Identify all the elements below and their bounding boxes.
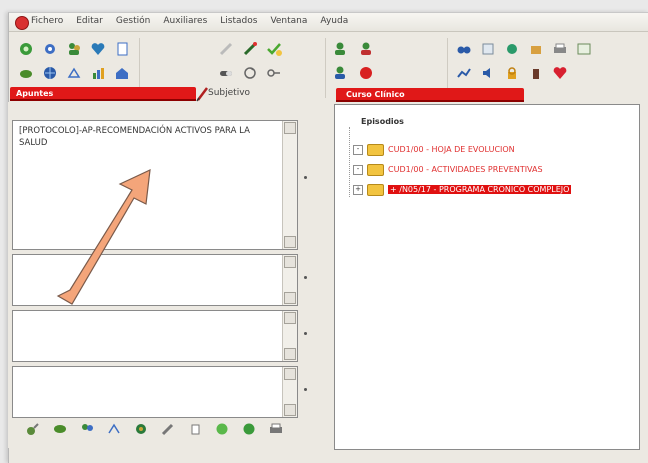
vertical-scrollbar[interactable] [282, 367, 297, 417]
user-group-icon[interactable] [331, 40, 349, 58]
printer-icon[interactable] [551, 40, 569, 58]
vertical-scrollbar[interactable] [282, 311, 297, 361]
expand-toggle-icon[interactable]: - [353, 164, 363, 175]
people-icon[interactable] [78, 420, 96, 438]
chart-icon[interactable] [89, 64, 107, 82]
toolbar-group-1 [17, 40, 133, 86]
tab-curso-clinico[interactable]: Curso Clínico [336, 88, 524, 102]
globe-icon[interactable] [41, 64, 59, 82]
apuntes-panel: [PROTOCOLO]-AP-RECOMENDACIÓN ACTIVOS PAR… [8, 102, 314, 448]
lock-icon[interactable] [503, 64, 521, 82]
package-icon[interactable] [527, 40, 545, 58]
user-stop-icon[interactable] [357, 64, 375, 82]
pencil-icon[interactable] [159, 420, 177, 438]
episode-label: CUD1/00 - HOJA DE EVOLUCION [388, 145, 515, 154]
folder-icon [367, 163, 384, 176]
menu-editar[interactable]: Editar [76, 16, 103, 26]
green-circle-icon[interactable] [17, 40, 35, 58]
key-icon[interactable] [265, 64, 283, 82]
speaker-icon[interactable] [479, 64, 497, 82]
sheet-icon[interactable] [479, 40, 497, 58]
curso-clinico-panel: Episodios - CUD1/00 - HOJA DE EVOLUCION … [334, 104, 640, 450]
folder-icon [367, 143, 384, 156]
folder-icon [367, 183, 384, 196]
bottle-icon[interactable] [527, 64, 545, 82]
episode-label: + /N05/17 - PROGRAMA CRONICO COMPLEJO [388, 185, 572, 194]
episode-label: CUD1/00 - ACTIVIDADES PREVENTIVAS [388, 165, 543, 174]
scroll-down-button[interactable] [284, 292, 296, 304]
scroll-up-button[interactable] [284, 368, 296, 380]
printer-icon[interactable] [267, 420, 285, 438]
menu-ventana[interactable]: Ventana [270, 16, 307, 26]
toolbar-group-4 [455, 40, 595, 86]
drop-icon[interactable] [17, 64, 35, 82]
tree-item-episode[interactable]: - CUD1/00 - HOJA DE EVOLUCION [353, 143, 515, 156]
check-icon[interactable] [265, 40, 283, 58]
pencil-icon[interactable] [241, 40, 259, 58]
trend-icon[interactable] [455, 64, 473, 82]
people-icon[interactable] [65, 40, 83, 58]
scroll-up-button[interactable] [284, 122, 296, 134]
vertical-scrollbar[interactable] [282, 255, 297, 305]
tab-apuntes[interactable]: Apuntes [10, 87, 196, 101]
notes-textarea-main[interactable]: [PROTOCOLO]-AP-RECOMENDACIÓN ACTIVOS PAR… [12, 120, 298, 250]
menu-fichero[interactable]: Fichero [31, 16, 63, 26]
notes-text: [PROTOCOLO]-AP-RECOMENDACIÓN ACTIVOS PAR… [19, 126, 250, 148]
document-icon[interactable] [186, 420, 204, 438]
expand-toggle-icon[interactable]: + [353, 184, 363, 195]
green-dot-icon[interactable] [240, 420, 258, 438]
splitter-dot [304, 388, 307, 391]
toolbar-separator [325, 38, 326, 98]
splitter-dot [304, 176, 307, 179]
bottom-toolbar [24, 420, 285, 438]
gear-icon[interactable] [41, 40, 59, 58]
heart-red-icon[interactable] [551, 64, 569, 82]
house-icon[interactable] [113, 64, 131, 82]
tree-connector [349, 127, 350, 197]
user-red-icon[interactable] [357, 40, 375, 58]
image-icon[interactable] [575, 40, 593, 58]
user-blue-icon[interactable] [331, 64, 349, 82]
globe-icon[interactable] [132, 420, 150, 438]
app-logo-icon [15, 16, 29, 30]
scale-icon[interactable] [65, 64, 83, 82]
expand-toggle-icon[interactable]: - [353, 144, 363, 155]
cycle-icon[interactable] [241, 64, 259, 82]
pill-icon[interactable] [217, 64, 235, 82]
menu-listados[interactable]: Listados [220, 16, 257, 26]
notes-textarea-2[interactable] [12, 254, 298, 306]
scroll-up-button[interactable] [284, 312, 296, 324]
tree-item-episode-selected[interactable]: + + /N05/17 - PROGRAMA CRONICO COMPLEJO [353, 183, 572, 196]
splitter-dot [304, 332, 307, 335]
connect-icon[interactable] [24, 420, 42, 438]
binoculars-icon[interactable] [455, 40, 473, 58]
scroll-up-button[interactable] [284, 256, 296, 268]
document-icon[interactable] [113, 40, 131, 58]
scroll-down-button[interactable] [284, 236, 296, 248]
syringe-icon[interactable] [217, 40, 235, 58]
menu-bar: Fichero Editar Gestión Auxiliares Listad… [9, 13, 648, 32]
vertical-scrollbar[interactable] [282, 121, 297, 249]
scale-icon[interactable] [105, 420, 123, 438]
notes-textarea-3[interactable] [12, 310, 298, 362]
toolbar-group-2 [217, 40, 285, 86]
heart-icon[interactable] [89, 40, 107, 58]
menu-gestion[interactable]: Gestión [116, 16, 150, 26]
scroll-down-button[interactable] [284, 348, 296, 360]
notes-textarea-4[interactable] [12, 366, 298, 418]
tree-root-episodios[interactable]: Episodios [361, 117, 404, 126]
menu-ayuda[interactable]: Ayuda [320, 16, 348, 26]
toolbar-group-3 [331, 40, 379, 86]
globe-green-icon[interactable] [503, 40, 521, 58]
tab-subjetivo[interactable]: Subjetivo [208, 88, 250, 98]
menu-auxiliares[interactable]: Auxiliares [163, 16, 207, 26]
scroll-down-button[interactable] [284, 404, 296, 416]
chat-icon[interactable] [51, 420, 69, 438]
green-dot-icon[interactable] [213, 420, 231, 438]
tree-item-episode[interactable]: - CUD1/00 - ACTIVIDADES PREVENTIVAS [353, 163, 543, 176]
splitter-dot [304, 276, 307, 279]
